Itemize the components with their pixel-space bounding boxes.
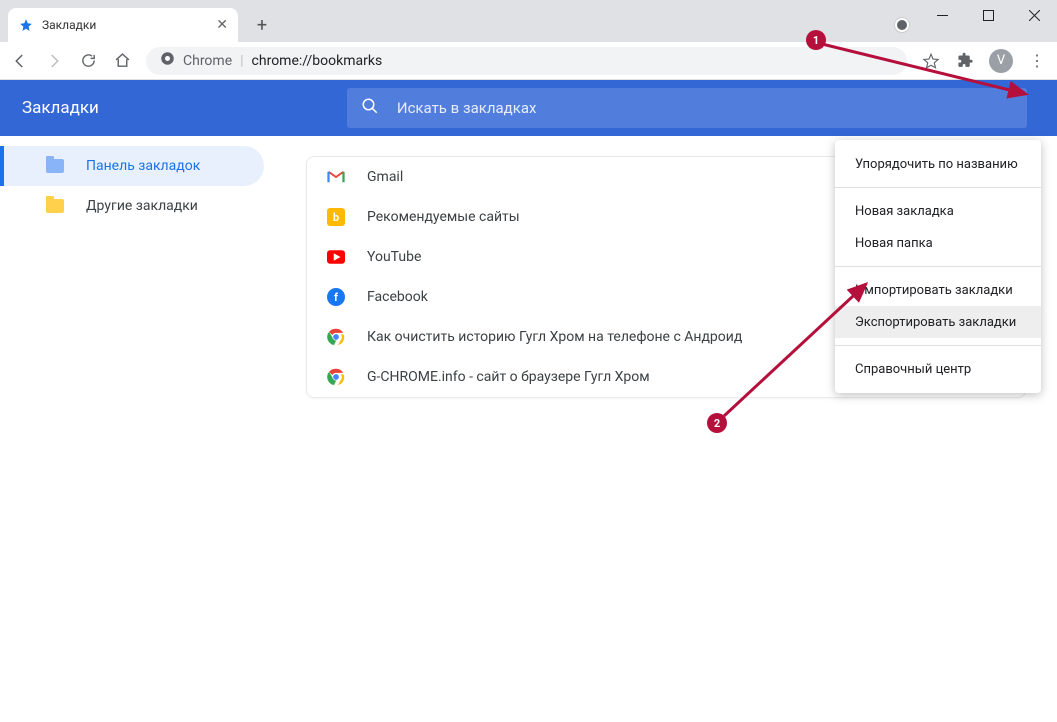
page-title: Закладки bbox=[22, 98, 99, 118]
address-separator: | bbox=[240, 53, 243, 69]
maximize-button[interactable] bbox=[965, 0, 1011, 30]
browser-tab[interactable]: Закладки ✕ bbox=[8, 8, 238, 42]
new-tab-button[interactable]: + bbox=[248, 11, 276, 39]
bookmark-label: G-CHROME.info - сайт о браузере Гугл Хро… bbox=[367, 369, 650, 385]
tab-title: Закладки bbox=[42, 18, 96, 32]
address-bar[interactable]: Chrome | chrome://bookmarks bbox=[146, 47, 907, 75]
bookmark-star-icon[interactable] bbox=[921, 51, 941, 71]
sidebar-item-bookmarks-bar[interactable]: Панель закладок bbox=[0, 146, 264, 186]
star-icon bbox=[18, 17, 34, 33]
bing-icon: b bbox=[327, 208, 345, 226]
organize-menu: Упорядочить по названию Новая закладка Н… bbox=[835, 140, 1041, 393]
facebook-icon: f bbox=[327, 288, 345, 306]
bookmark-label: Facebook bbox=[367, 289, 428, 305]
reload-button[interactable] bbox=[78, 51, 98, 71]
menu-item-sort-by-name[interactable]: Упорядочить по названию bbox=[835, 148, 1041, 180]
close-window-button[interactable] bbox=[1011, 0, 1057, 30]
forward-button[interactable] bbox=[44, 51, 64, 71]
folder-icon bbox=[46, 199, 64, 213]
menu-separator bbox=[835, 187, 1041, 188]
chrome-icon bbox=[327, 328, 345, 346]
menu-separator bbox=[835, 345, 1041, 346]
sidebar: Панель закладок Другие закладки bbox=[0, 136, 280, 722]
annotation-badge-1: 1 bbox=[806, 30, 826, 50]
chrome-menu-button[interactable]: ⋮ bbox=[1027, 51, 1047, 71]
extensions-icon[interactable] bbox=[955, 51, 975, 71]
menu-item-new-bookmark[interactable]: Новая закладка bbox=[835, 195, 1041, 227]
address-chrome-label: Chrome bbox=[183, 53, 232, 69]
account-indicator-icon[interactable] bbox=[895, 18, 909, 32]
profile-avatar[interactable]: V bbox=[989, 49, 1013, 73]
menu-item-new-folder[interactable]: Новая папка bbox=[835, 227, 1041, 259]
back-button[interactable] bbox=[10, 51, 30, 71]
sidebar-item-label: Другие закладки bbox=[86, 198, 198, 214]
home-button[interactable] bbox=[112, 51, 132, 71]
menu-separator bbox=[835, 266, 1041, 267]
folder-icon bbox=[46, 159, 64, 173]
menu-item-export-bookmarks[interactable]: Экспортировать закладки bbox=[835, 306, 1041, 338]
search-input[interactable] bbox=[397, 99, 1013, 117]
bookmark-label: Рекомендуемые сайты bbox=[367, 209, 520, 225]
youtube-icon bbox=[327, 248, 345, 266]
menu-item-import-bookmarks[interactable]: Импортировать закладки bbox=[835, 274, 1041, 306]
bookmark-label: YouTube bbox=[367, 249, 421, 265]
bookmarks-header: Закладки bbox=[0, 80, 1057, 136]
search-icon bbox=[361, 97, 379, 119]
chrome-logo-icon bbox=[160, 51, 175, 70]
bookmark-label: Gmail bbox=[367, 169, 403, 185]
menu-item-help-center[interactable]: Справочный центр bbox=[835, 353, 1041, 385]
search-container bbox=[347, 88, 1027, 128]
gmail-icon bbox=[327, 168, 345, 186]
chrome-icon bbox=[327, 368, 345, 386]
close-icon[interactable]: ✕ bbox=[216, 17, 228, 33]
sidebar-item-other-bookmarks[interactable]: Другие закладки bbox=[0, 186, 280, 226]
bookmark-label: Как очистить историю Гугл Хром на телефо… bbox=[367, 329, 742, 345]
minimize-button[interactable] bbox=[919, 0, 965, 30]
window-titlebar: Закладки ✕ + bbox=[0, 0, 1057, 42]
browser-toolbar: Chrome | chrome://bookmarks V ⋮ bbox=[0, 42, 1057, 80]
sidebar-item-label: Панель закладок bbox=[86, 158, 200, 174]
annotation-badge-2: 2 bbox=[707, 413, 727, 433]
address-url: chrome://bookmarks bbox=[252, 53, 383, 69]
